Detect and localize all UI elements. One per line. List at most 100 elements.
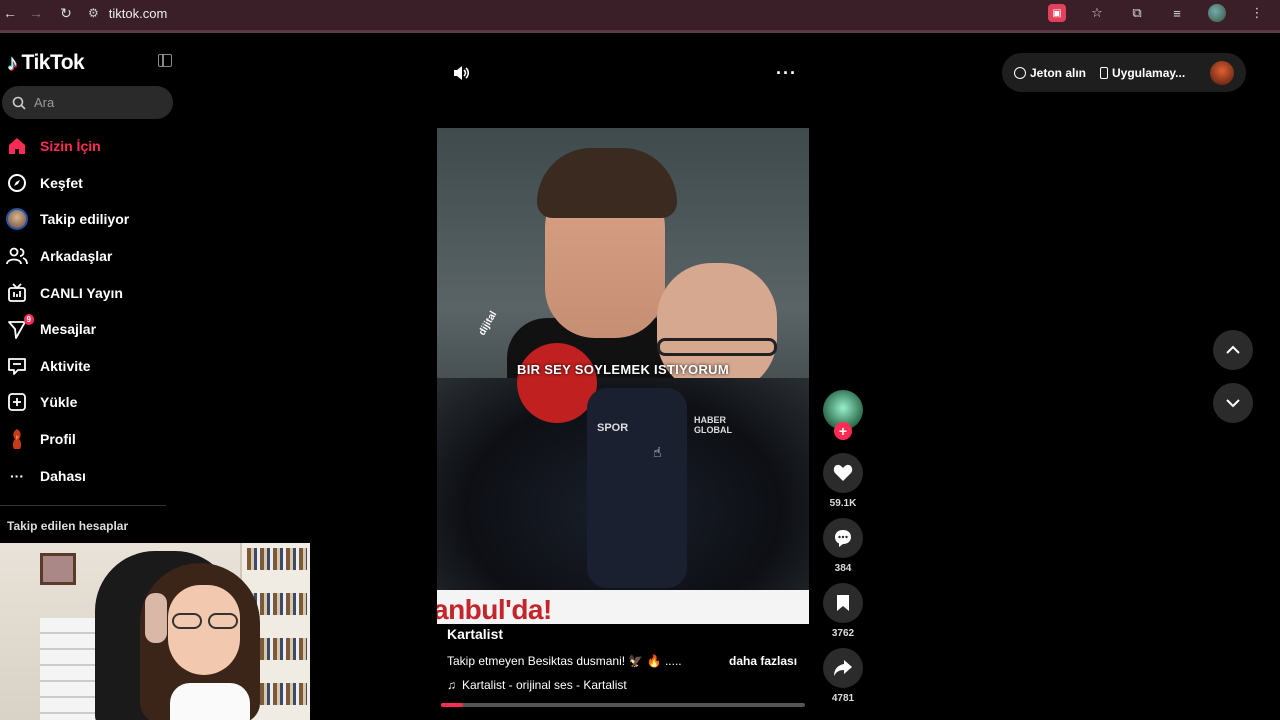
following-avatar: [6, 208, 28, 231]
get-app-label: Uygulamay...: [1112, 65, 1186, 80]
mic-label-spor: SPOR: [597, 422, 629, 434]
video-progress-bar[interactable]: [441, 703, 805, 707]
sidebar-item-label: Takip ediliyor: [40, 211, 130, 228]
music-title: Kartalist - orijinal ses - Kartalist: [462, 678, 627, 692]
compass-icon: [6, 172, 28, 194]
chevron-down-icon: [1226, 399, 1240, 408]
progress-fill: [441, 703, 463, 707]
url-text: tiktok.com: [108, 5, 168, 21]
sidebar-item-label: Arkadaşlar: [40, 248, 113, 265]
user-avatar[interactable]: [1210, 60, 1234, 85]
comment-count: 384: [834, 563, 852, 574]
follow-plus-icon[interactable]: +: [834, 422, 852, 440]
upload-plus-icon: [6, 391, 28, 413]
profile-avatar: [6, 428, 28, 450]
messages-badge: 9: [23, 314, 34, 326]
share-count: 4781: [831, 693, 855, 704]
sidebar-item-label: Dahası: [40, 467, 86, 484]
share-action[interactable]: 4781: [823, 648, 863, 704]
coin-icon: [1014, 66, 1026, 79]
home-icon: [6, 135, 28, 157]
sidebar-item-more[interactable]: ··· Dahası: [0, 457, 180, 494]
like-action[interactable]: 59.1K: [823, 453, 863, 509]
music-note-icon: ♫: [447, 678, 456, 692]
sidebar-divider: [0, 505, 166, 506]
sidebar-nav: Sizin İçin Keşfet Takip ediliyor Arkadaş…: [0, 128, 180, 494]
back-icon[interactable]: ←: [0, 5, 20, 21]
forward-icon[interactable]: →: [26, 5, 46, 21]
sidebar-item-activity[interactable]: Aktivite: [0, 348, 180, 385]
tiktok-note-icon: ♪: [7, 50, 18, 75]
comment-action[interactable]: 384: [823, 518, 863, 574]
live-tv-icon: [6, 282, 28, 304]
wall-picture: [40, 553, 76, 585]
streamer-shirt: [170, 683, 250, 720]
sidebar-item-label: Profil: [40, 431, 76, 448]
get-coins-label: Jeton alın: [1030, 65, 1087, 80]
sidebar-item-label: CANLI Yayın: [40, 284, 123, 301]
sidebar-item-label: Keşfet: [40, 174, 83, 191]
save-button[interactable]: [823, 583, 863, 623]
mic-cube: [587, 388, 687, 588]
save-action[interactable]: 3762: [823, 583, 863, 639]
sidebar-item-explore[interactable]: Keşfet: [0, 165, 180, 202]
site-settings-icon[interactable]: ⚙: [88, 6, 99, 20]
next-video-button[interactable]: [1213, 383, 1253, 423]
browser-menu-icon[interactable]: ⋮: [1248, 4, 1266, 22]
reload-icon[interactable]: ↻: [56, 5, 76, 21]
bookmark-icon: [837, 595, 849, 611]
video-player[interactable]: dijital BIR SEY SOYLEMEK ISTIYORUM SPOR …: [437, 128, 809, 624]
sidebar-item-label: Yükle: [40, 394, 78, 411]
sidebar-item-profile[interactable]: Profil: [0, 421, 180, 458]
collapse-sidebar-icon[interactable]: [158, 54, 172, 67]
sidebar-item-for-you[interactable]: Sizin İçin: [0, 128, 180, 165]
logo-text: TikTok: [21, 51, 85, 74]
see-more-link[interactable]: daha fazlası: [729, 654, 797, 668]
music-info[interactable]: ♫ Kartalist - orijinal ses - Kartalist: [447, 678, 627, 692]
previous-video-button[interactable]: [1213, 330, 1253, 370]
browser-profile-avatar[interactable]: [1208, 4, 1226, 22]
message-send-icon: 9: [6, 314, 34, 340]
sidebar-item-messages[interactable]: 9 Mesajlar: [0, 311, 180, 348]
heart-icon: [833, 464, 853, 481]
video-caption: BIR SEY SOYLEMEK ISTIYORUM: [517, 362, 729, 377]
video-description: Takip etmeyen Besiktas dusmani! 🦅 🔥 ....…: [447, 654, 682, 668]
media-controls-icon[interactable]: ≡: [1168, 4, 1186, 22]
chevron-up-icon: [1226, 345, 1240, 354]
share-button[interactable]: [823, 648, 863, 688]
more-options-icon[interactable]: ···: [776, 63, 797, 84]
friends-icon: [6, 245, 28, 267]
red-microphone: [517, 343, 597, 423]
save-count: 3762: [831, 628, 855, 639]
get-app-button[interactable]: Uygulamay...: [1100, 66, 1185, 80]
sidebar-item-live[interactable]: CANLI Yayın: [0, 274, 180, 311]
sidebar-item-label: Mesajlar: [40, 321, 97, 338]
tiktok-logo[interactable]: ♪ TikTok: [7, 50, 85, 76]
search-box[interactable]: [2, 86, 173, 119]
video-author[interactable]: Kartalist: [447, 626, 503, 642]
comment-button[interactable]: [823, 518, 863, 558]
streamer-face: [168, 585, 240, 675]
like-count: 59.1K: [829, 498, 857, 509]
screen-capture-icon[interactable]: ▣: [1048, 4, 1066, 22]
bookmark-star-icon[interactable]: ☆: [1088, 4, 1106, 22]
volume-icon[interactable]: [452, 64, 470, 82]
search-input[interactable]: [34, 95, 154, 110]
like-button[interactable]: [823, 453, 863, 493]
get-coins-button[interactable]: Jeton alın: [1014, 66, 1086, 80]
headphone: [145, 593, 167, 643]
extensions-icon[interactable]: ⧉: [1128, 4, 1146, 22]
activity-icon: [6, 355, 28, 377]
mic-label-haber: HABER GLOBAL: [694, 415, 732, 435]
banner-text: anbul'da!: [437, 594, 552, 624]
mouse-cursor-icon: ☝: [653, 444, 662, 460]
top-actions-pill: Jeton alın Uygulamay...: [1002, 53, 1246, 92]
sidebar-item-upload[interactable]: Yükle: [0, 384, 180, 421]
address-bar[interactable]: ⚙ tiktok.com: [88, 3, 167, 23]
webcam-overlay: [0, 543, 310, 720]
sidebar-item-friends[interactable]: Arkadaşlar: [0, 238, 180, 275]
sidebar-item-following[interactable]: Takip ediliyor: [0, 201, 180, 238]
more-dots-icon: ···: [10, 467, 24, 484]
share-arrow-icon: [834, 660, 852, 676]
comment-icon: [835, 530, 851, 547]
